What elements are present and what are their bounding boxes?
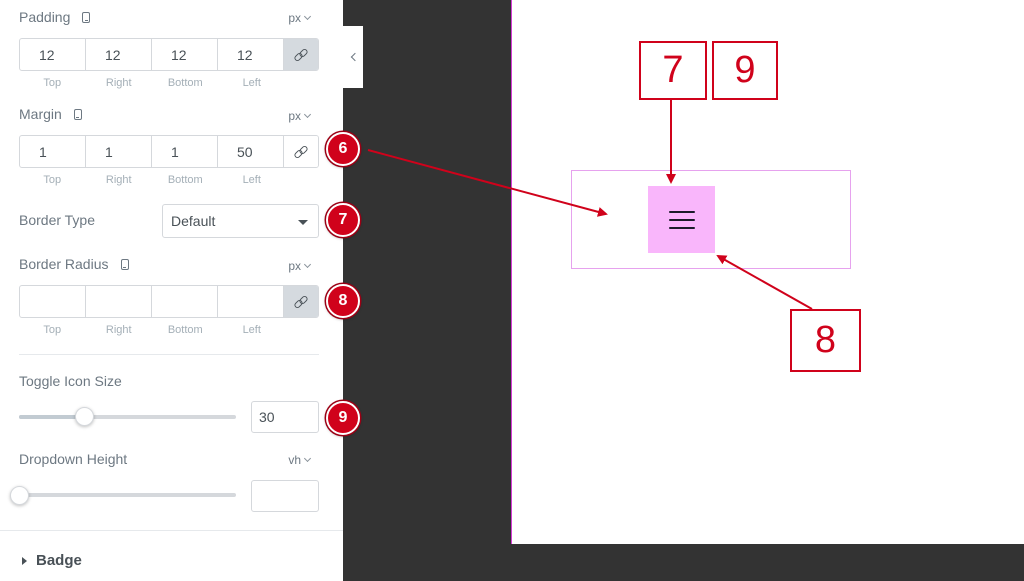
side-label-left: Left — [242, 324, 261, 336]
padding-label-row: Padding — [19, 9, 91, 25]
padding-right-input[interactable]: 12 — [86, 39, 152, 70]
radius-bottom-input[interactable] — [152, 286, 218, 317]
dropdown-height-slider[interactable] — [19, 493, 236, 497]
margin-bottom-input[interactable]: 1 — [152, 136, 218, 167]
side-label-left: Left — [242, 174, 261, 186]
margin-left-input[interactable]: 50 — [218, 136, 284, 167]
border-type-text: Border Type — [19, 212, 96, 228]
dropdown-height-unit-select[interactable]: vh — [288, 453, 312, 467]
link-icon — [295, 146, 307, 158]
border-radius-dimensions — [19, 285, 319, 318]
padding-side-labels: Top Right Bottom Left — [19, 77, 285, 89]
menu-toggle-button[interactable] — [648, 186, 715, 253]
border-type-value: Default — [171, 213, 216, 229]
section-divider — [0, 530, 343, 531]
link-icon — [295, 49, 307, 61]
padding-dimensions: 12 12 12 12 — [19, 38, 319, 71]
radius-top-input[interactable] — [20, 286, 86, 317]
badge-section-toggle[interactable]: Badge — [22, 552, 82, 569]
radius-left-input[interactable] — [218, 286, 284, 317]
toggle-icon-size-label: Toggle Icon Size — [19, 373, 122, 389]
dropdown-height-input[interactable] — [251, 480, 319, 512]
border-type-label: Border Type — [19, 212, 95, 228]
callout-6: 6 — [326, 132, 360, 166]
callout-9: 9 — [326, 401, 360, 435]
margin-side-labels: Top Right Bottom Left — [19, 174, 285, 186]
chevron-down-icon — [303, 110, 312, 119]
margin-label-row: Margin — [19, 106, 82, 122]
side-label-right: Right — [105, 324, 132, 336]
padding-bottom-input[interactable]: 12 — [152, 39, 218, 70]
side-label-top: Top — [43, 77, 62, 89]
radius-right-input[interactable] — [86, 286, 152, 317]
annotation-box-8: 8 — [790, 309, 861, 372]
side-label-bottom: Bottom — [167, 324, 203, 336]
side-label-bottom: Bottom — [167, 77, 203, 89]
margin-top-input[interactable]: 1 — [20, 136, 86, 167]
padding-top-input[interactable]: 12 — [20, 39, 86, 70]
callout-7: 7 — [326, 203, 360, 237]
annotation-box-9: 9 — [712, 41, 778, 100]
mobile-device-icon[interactable] — [82, 11, 91, 23]
border-radius-side-labels: Top Right Bottom Left — [19, 324, 285, 336]
side-label-right: Right — [105, 77, 132, 89]
margin-link-button[interactable] — [284, 136, 318, 167]
link-icon — [295, 296, 307, 308]
chevron-left-icon — [350, 52, 359, 62]
chevron-down-icon — [303, 454, 312, 463]
toggle-icon-size-input[interactable]: 30 — [251, 401, 319, 433]
padding-left-input[interactable]: 12 — [218, 39, 284, 70]
caret-down-icon — [298, 220, 308, 225]
screen: Padding px 12 12 12 12 Top Right Bottom … — [0, 0, 1024, 581]
radius-link-button[interactable] — [284, 286, 318, 317]
settings-panel: Padding px 12 12 12 12 Top Right Bottom … — [0, 0, 343, 581]
border-radius-unit: px — [288, 259, 301, 273]
toggle-icon-size-slider-handle[interactable] — [74, 407, 94, 426]
side-label-left: Left — [242, 77, 261, 89]
padding-link-button[interactable] — [284, 39, 318, 70]
toggle-icon-size-slider[interactable] — [19, 415, 236, 419]
toggle-icon-size-value: 30 — [259, 409, 275, 425]
side-label-bottom: Bottom — [167, 174, 203, 186]
mobile-device-icon[interactable] — [120, 258, 129, 270]
side-label-top: Top — [43, 174, 62, 186]
border-type-select[interactable]: Default — [162, 204, 319, 238]
border-radius-label: Border Radius — [19, 256, 109, 272]
margin-label: Margin — [19, 106, 62, 122]
border-radius-unit-select[interactable]: px — [288, 259, 312, 273]
mobile-device-icon[interactable] — [73, 108, 82, 120]
padding-label: Padding — [19, 9, 71, 25]
side-label-top: Top — [43, 324, 62, 336]
dropdown-height-text: Dropdown Height — [19, 451, 128, 467]
callout-8: 8 — [326, 284, 360, 318]
hamburger-icon — [668, 209, 695, 231]
padding-unit-select[interactable]: px — [288, 11, 312, 25]
dropdown-height-unit: vh — [288, 453, 301, 467]
margin-unit-select[interactable]: px — [288, 109, 312, 123]
section-divider — [19, 354, 319, 355]
border-radius-label-row: Border Radius — [19, 256, 129, 272]
collapse-panel-button[interactable] — [343, 26, 363, 88]
margin-dimensions: 1 1 1 50 — [19, 135, 319, 168]
side-label-right: Right — [105, 174, 132, 186]
dropdown-height-slider-handle[interactable] — [9, 486, 29, 505]
toggle-icon-size-text: Toggle Icon Size — [19, 373, 122, 389]
dropdown-height-label: Dropdown Height — [19, 451, 127, 467]
chevron-down-icon — [303, 12, 312, 21]
margin-right-input[interactable]: 1 — [86, 136, 152, 167]
padding-unit: px — [288, 11, 301, 25]
annotation-box-7: 7 — [639, 41, 707, 100]
chevron-down-icon — [303, 260, 312, 269]
margin-unit: px — [288, 109, 301, 123]
caret-right-icon — [22, 556, 27, 565]
badge-section-label: Badge — [36, 552, 82, 569]
